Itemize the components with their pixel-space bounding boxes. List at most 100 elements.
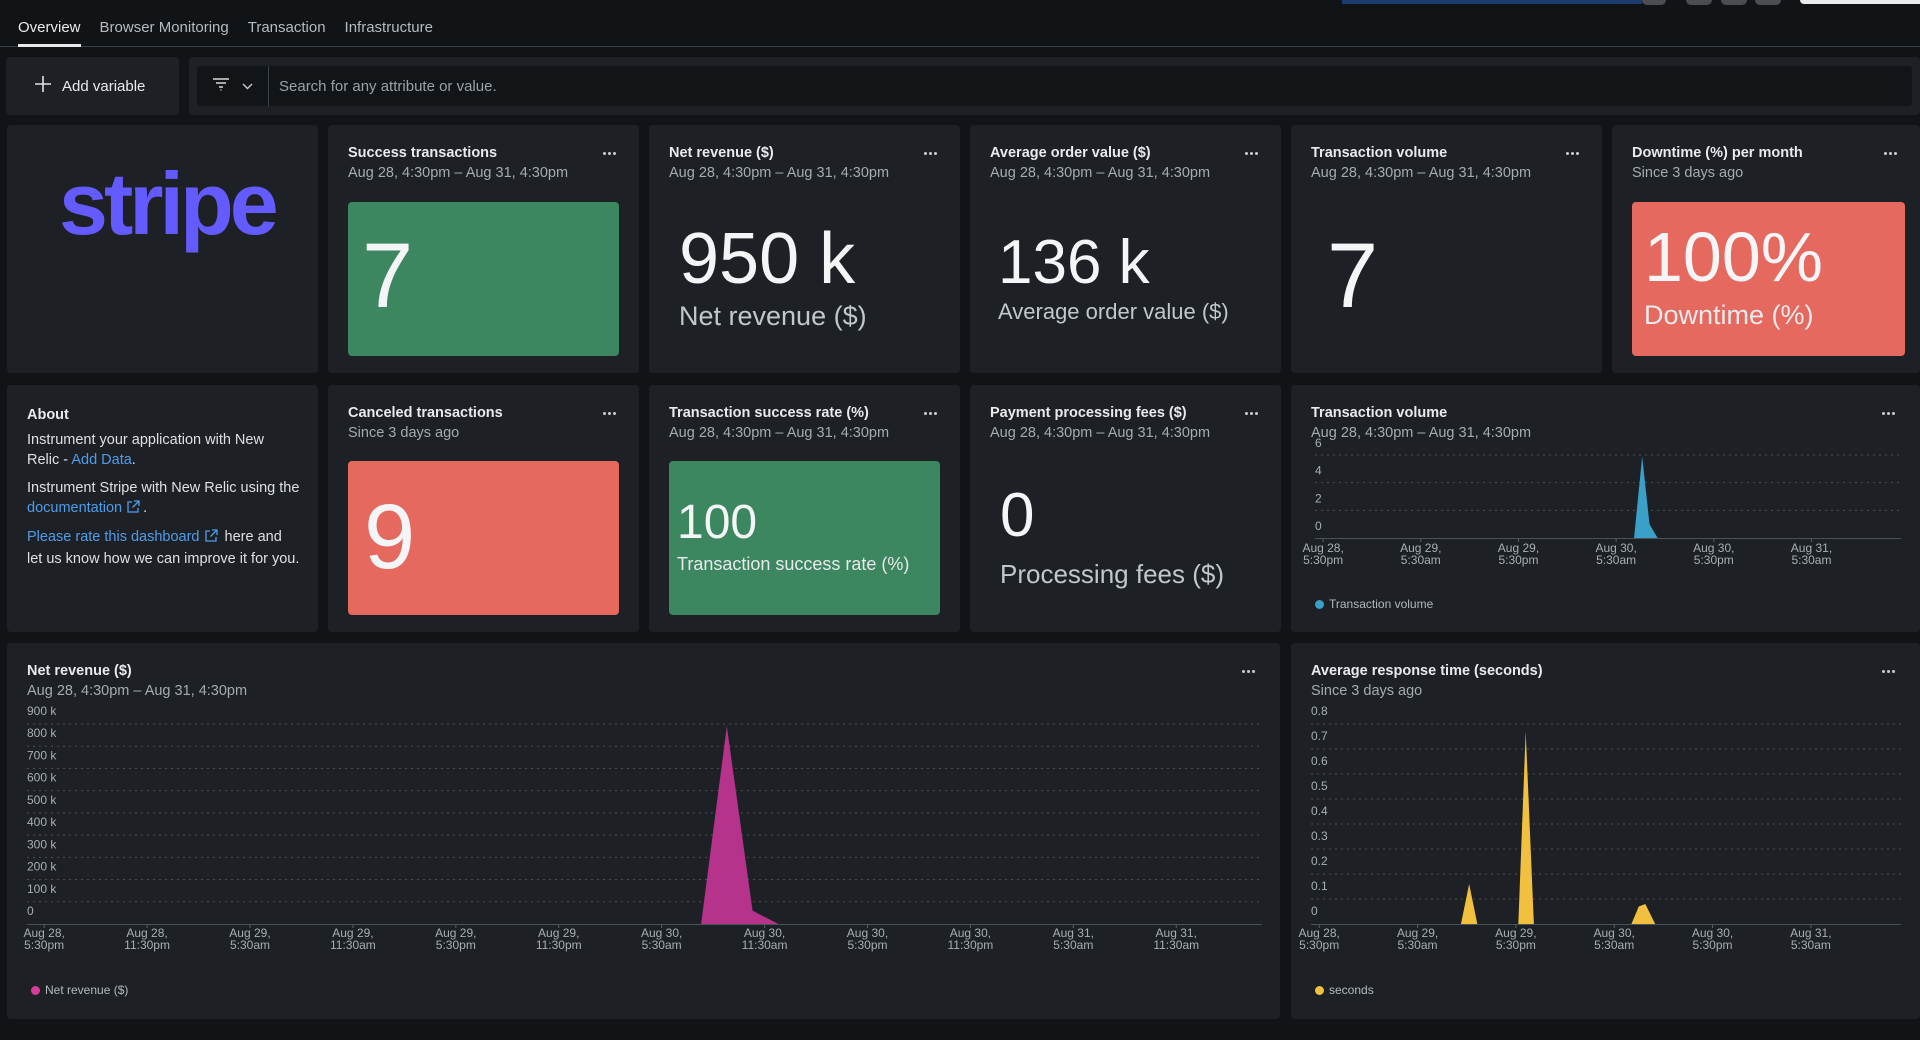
x-tick-label: Aug 31, 5:30am [1053,926,1094,952]
tile-subtitle: Aug 28, 4:30pm – Aug 31, 4:30pm [348,165,569,181]
external-link-icon [204,529,218,549]
billboard-value: 100 [677,496,758,549]
filter-type-dropdown[interactable] [197,66,269,106]
billboard-label: Downtime (%) [1644,300,1814,330]
stripe-logo-tile: stripe [7,125,318,373]
tile-subtitle: Aug 28, 4:30pm – Aug 31, 4:30pm [990,425,1211,441]
net-revenue-chart[interactable]: 0 100 k 200 k 300 k 400 k 500 k 600 k 700 k 800 … [7,643,1280,1019]
series-area[interactable] [1315,456,1901,538]
tile-subtitle: Since 3 days ago [1632,165,1744,181]
chart-legend[interactable]: Net revenue ($) [31,983,128,997]
x-tick-label: Aug 29, 5:30am [1397,926,1438,952]
about-text: . [131,452,136,468]
legend-label: Net revenue ($) [45,983,129,997]
rate-dashboard-link[interactable]: Please rate this dashboard [27,529,200,545]
more-options-icon[interactable] [603,409,619,417]
y-tick-label: 700 k [27,748,57,762]
x-tick-label: Aug 31, 11:30am [1153,926,1199,952]
more-options-icon[interactable] [1245,409,1261,417]
add-data-link[interactable]: Add Data [71,452,131,468]
tile-title: Downtime (%) per month [1632,145,1803,161]
more-options-icon[interactable] [1245,149,1261,157]
y-tick-label: 0.2 [1311,854,1328,868]
documentation-link[interactable]: documentation [27,500,122,516]
x-tick-label: Aug 28, 5:30pm [1299,926,1340,952]
response-time-chart[interactable]: 0 0.1 0.2 0.3 0.4 0.5 0.6 0.7 0.8 Aug 28, 5:30pm Au… [1291,643,1920,1019]
tile-title: Canceled transactions [348,405,503,421]
canceled-transactions-tile: Canceled transactions Since 3 days ago 9 [328,385,639,632]
legend-label: Transaction volume [1329,597,1434,611]
tile-title: Net revenue ($) [669,145,774,161]
billboard-status: 100 Transaction success rate (%) [669,461,940,615]
y-tick-label: 0.7 [1311,729,1328,743]
tile-subtitle: Aug 28, 4:30pm – Aug 31, 4:30pm [1311,165,1532,181]
more-options-icon[interactable] [1566,149,1582,157]
external-link-icon [126,500,140,520]
series-area[interactable] [27,726,1262,924]
x-tick-label: Aug 31, 5:30am [1790,926,1831,952]
y-tick-label: 0.5 [1311,779,1328,793]
about-paragraph-3: Please rate this dashboard here and let … [27,527,300,569]
more-options-icon[interactable] [603,149,619,157]
transaction-volume-chart[interactable]: 0 2 4 6 Aug 28, 5:30pm Aug 29, 5:30am Aug 29, 5:3… [1291,385,1920,632]
x-tick-label: Aug 28, 5:30pm [23,926,64,952]
x-tick-label: Aug 29, 5:30pm [435,926,476,952]
x-tick-label: Aug 29, 5:30am [229,926,270,952]
tile-subtitle: Aug 28, 4:30pm – Aug 31, 4:30pm [669,425,890,441]
chart-legend[interactable]: Transaction volume [1315,597,1433,611]
chevron-down-icon [242,77,253,95]
tab-infrastructure[interactable]: Infrastructure [345,19,433,46]
y-tick-label: 0.1 [1311,879,1328,893]
legend-dot [1315,599,1324,609]
dashboard-tabs: Overview Browser Monitoring Transaction … [0,0,1920,47]
more-options-icon[interactable] [1884,149,1900,157]
legend-label: seconds [1329,983,1374,997]
downtime-tile: Downtime (%) per month Since 3 days ago … [1612,125,1920,373]
series-area[interactable] [1311,731,1901,925]
billboard-label: Processing fees ($) [1000,559,1224,589]
add-variable-button[interactable]: Add variable [6,57,179,115]
billboard-status: 100% Downtime (%) [1632,202,1905,356]
y-tick-label: 0.6 [1311,754,1328,768]
billboard-value: 950 k [679,219,856,299]
tile-title: Payment processing fees ($) [990,405,1187,421]
tile-title: Transaction volume [1311,145,1448,161]
chart-legend[interactable]: seconds [1315,983,1374,997]
x-tick-label: Aug 30, 5:30pm [1692,926,1733,952]
net-revenue-billboard-tile: Net revenue ($) Aug 28, 4:30pm – Aug 31,… [649,125,960,373]
y-tick-label: 300 k [27,837,57,851]
tile-subtitle: Since 3 days ago [348,425,460,441]
more-options-icon[interactable] [924,149,940,157]
search-input[interactable] [269,66,1912,106]
y-tick-label: 600 k [27,771,57,785]
tile-title: Transaction success rate (%) [669,405,869,421]
about-text: . [143,500,148,516]
tab-transaction[interactable]: Transaction [248,19,326,46]
tab-browser-monitoring[interactable]: Browser Monitoring [100,19,229,46]
y-tick-label: 900 k [27,704,57,718]
y-tick-label: 100 k [27,882,57,896]
search-container [189,57,1920,115]
x-tick-label: Aug 30, 5:30am [1595,541,1636,567]
success-rate-tile: Transaction success rate (%) Aug 28, 4:3… [649,385,960,632]
tile-title: Success transactions [348,145,498,161]
tab-overview[interactable]: Overview [18,19,81,47]
add-variable-label: Add variable [62,77,146,95]
about-text: Instrument Stripe with New Relic using t… [27,480,300,496]
filter-bar: Add variable [6,57,1920,115]
response-time-chart-tile: Average response time (seconds) Since 3 … [1291,643,1920,1019]
x-tick-label: Aug 30, 5:30pm [1693,541,1734,567]
x-tick-label: Aug 28, 5:30pm [1302,541,1343,567]
legend-dot [1315,985,1324,995]
billboard-value: 7 [362,225,414,327]
about-paragraph-2: Instrument Stripe with New Relic using t… [27,478,300,520]
legend-dot [31,985,40,995]
search-box [197,66,1912,106]
billboard-label: Transaction success rate (%) [677,554,910,574]
billboard-value: 136 k [998,228,1150,297]
success-transactions-tile: Success transactions Aug 28, 4:30pm – Au… [328,125,639,373]
more-options-icon[interactable] [924,409,940,417]
about-title: About [27,407,69,423]
tile-subtitle: Aug 28, 4:30pm – Aug 31, 4:30pm [669,165,890,181]
about-paragraph-1: Instrument your application with New Rel… [27,430,300,470]
